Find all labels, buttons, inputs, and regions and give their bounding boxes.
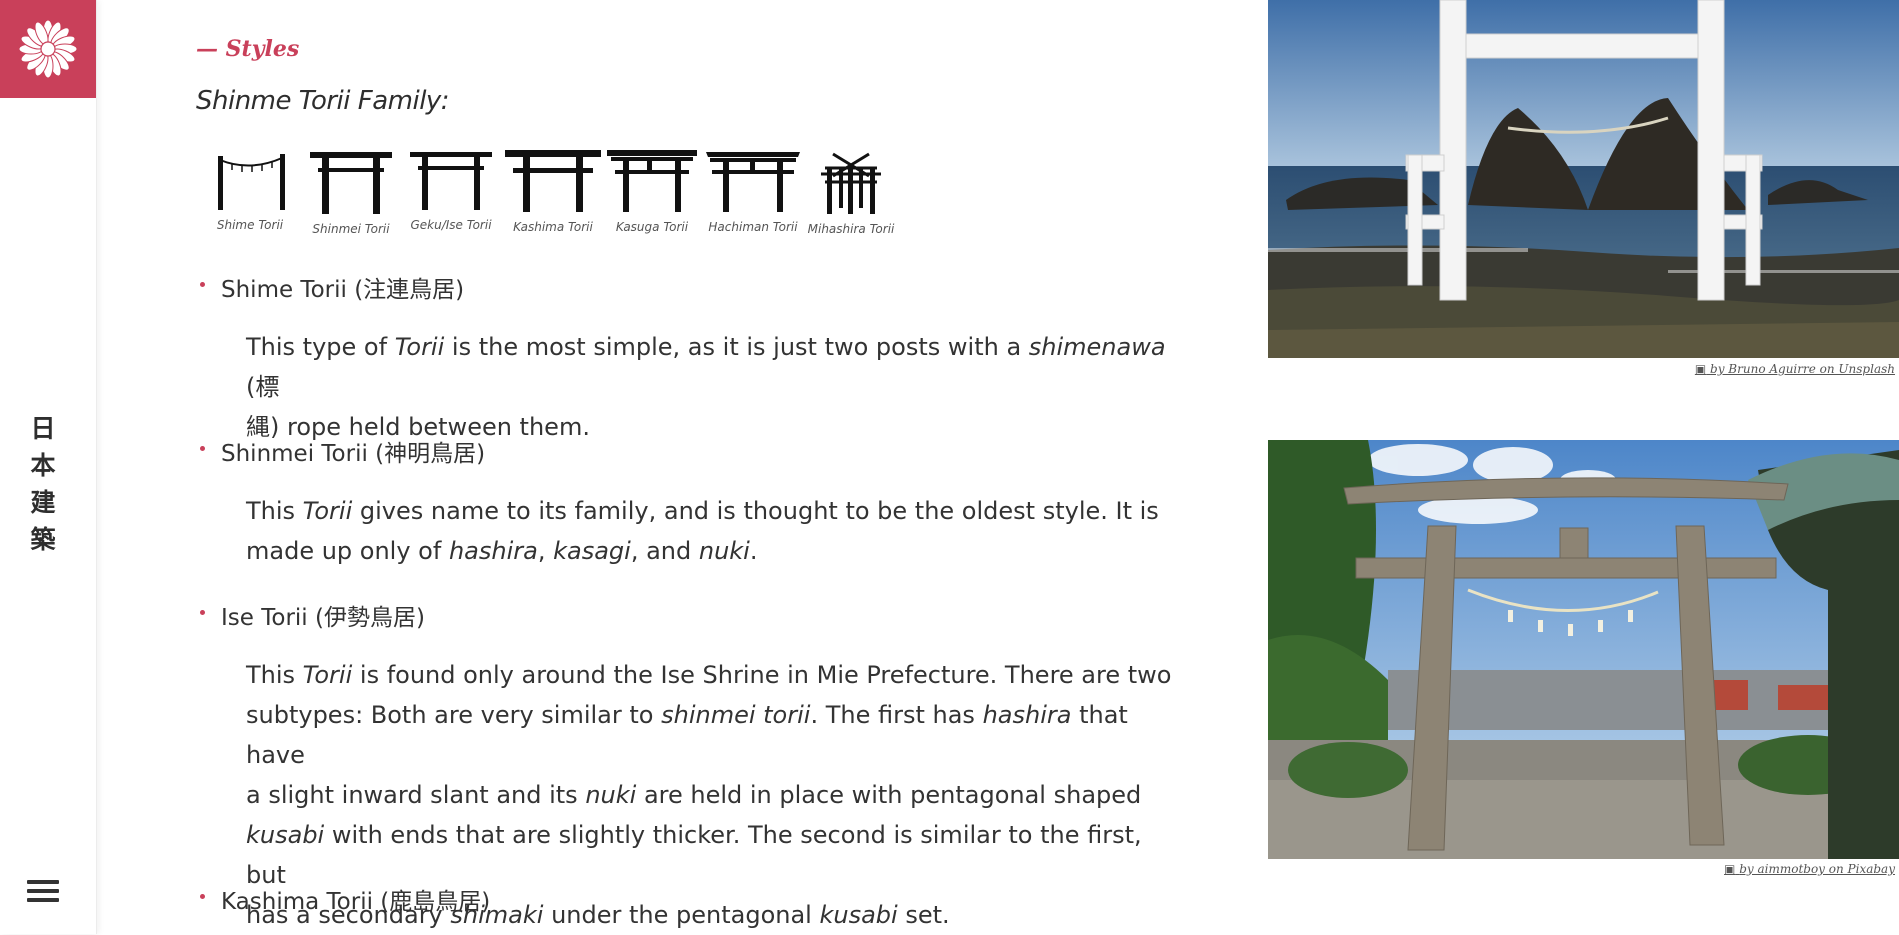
paragraph-line: This type of Torii is the most simple, a… bbox=[246, 333, 1166, 401]
bullet-dot bbox=[200, 446, 205, 451]
paragraph-line: This Torii is found only around the Ise … bbox=[246, 661, 1172, 689]
geku-torii-icon bbox=[410, 152, 492, 210]
paragraph-line: a slight inward slant and its nuki are h… bbox=[246, 781, 1142, 809]
kashima-torii-icon bbox=[505, 150, 601, 212]
list-item-title: Kashima Torii (鹿島鳥居) bbox=[200, 882, 490, 916]
torii-geku: Geku/Ise Torii bbox=[403, 148, 499, 232]
torii-types-diagram: Shime Torii Shinmei Torii Geku/Ise Torii… bbox=[205, 148, 905, 244]
title-char: 日 bbox=[30, 414, 56, 443]
hachiman-torii-icon bbox=[706, 152, 800, 212]
paragraph-line: This Torii gives name to its family, and… bbox=[246, 497, 1159, 525]
shime-torii-icon bbox=[218, 154, 285, 210]
torii-kasuga: Kasuga Torii bbox=[605, 148, 699, 234]
photo-credit-link[interactable]: ▣ by Bruno Aguirre on Unsplash bbox=[1695, 362, 1895, 376]
sidebar: 日 本 建 築 bbox=[0, 0, 97, 934]
camera-icon: ▣ bbox=[1724, 862, 1736, 876]
torii-caption: Shinmei Torii bbox=[312, 222, 390, 236]
list-item-title: Shinmei Torii (神明鳥居) bbox=[200, 434, 485, 468]
chrysanthemum-icon bbox=[18, 19, 78, 79]
torii-caption: Shime Torii bbox=[216, 218, 284, 232]
item-description: This Torii gives name to its family, and… bbox=[246, 491, 1176, 571]
bullet-dot bbox=[200, 282, 205, 287]
torii-hachiman: Hachiman Torii bbox=[705, 148, 801, 234]
bullet-dot bbox=[200, 894, 205, 899]
item-description: This type of Torii is the most simple, a… bbox=[246, 327, 1176, 447]
list-item-title: Shime Torii (注連鳥居) bbox=[200, 270, 464, 304]
vertical-site-title: 日 本 建 築 bbox=[26, 410, 60, 558]
list-item-title: Ise Torii (伊勢鳥居) bbox=[200, 598, 425, 632]
camera-icon: ▣ bbox=[1694, 362, 1707, 376]
title-char: 築 bbox=[30, 525, 56, 554]
torii-caption: Kasuga Torii bbox=[615, 220, 689, 234]
paragraph-line: made up only of hashira, kasagi, and nuk… bbox=[246, 537, 758, 565]
logo[interactable] bbox=[0, 0, 96, 98]
torii-caption: Mihashira Torii bbox=[807, 222, 895, 236]
torii-shinmei: Shinmei Torii bbox=[303, 148, 399, 236]
torii-shime: Shime Torii bbox=[205, 148, 295, 232]
torii-mihashira: Mihashira Torii bbox=[803, 148, 899, 236]
title-char: 本 bbox=[30, 451, 56, 480]
title-char: 建 bbox=[30, 488, 56, 517]
mihashira-torii-icon bbox=[821, 152, 881, 214]
shinmei-torii-icon bbox=[310, 152, 392, 214]
kasuga-torii-icon bbox=[607, 150, 697, 212]
paragraph-line: subtypes: Both are very similar to shinm… bbox=[246, 701, 1128, 769]
hamburger-menu-icon[interactable] bbox=[27, 876, 59, 908]
photo-credit-link[interactable]: ▣ by aimmotboy on Pixabay bbox=[1724, 862, 1895, 876]
torii-kashima: Kashima Torii bbox=[505, 148, 601, 234]
family-heading: Shinme Torii Family: bbox=[196, 86, 450, 116]
torii-caption: Geku/Ise Torii bbox=[410, 218, 492, 232]
photo-stone-torii bbox=[1268, 440, 1899, 859]
section-label: — Styles bbox=[196, 36, 300, 62]
torii-caption: Kashima Torii bbox=[513, 220, 593, 234]
photo-sea-torii bbox=[1268, 0, 1899, 358]
bullet-dot bbox=[200, 610, 205, 615]
torii-caption: Hachiman Torii bbox=[708, 220, 798, 234]
